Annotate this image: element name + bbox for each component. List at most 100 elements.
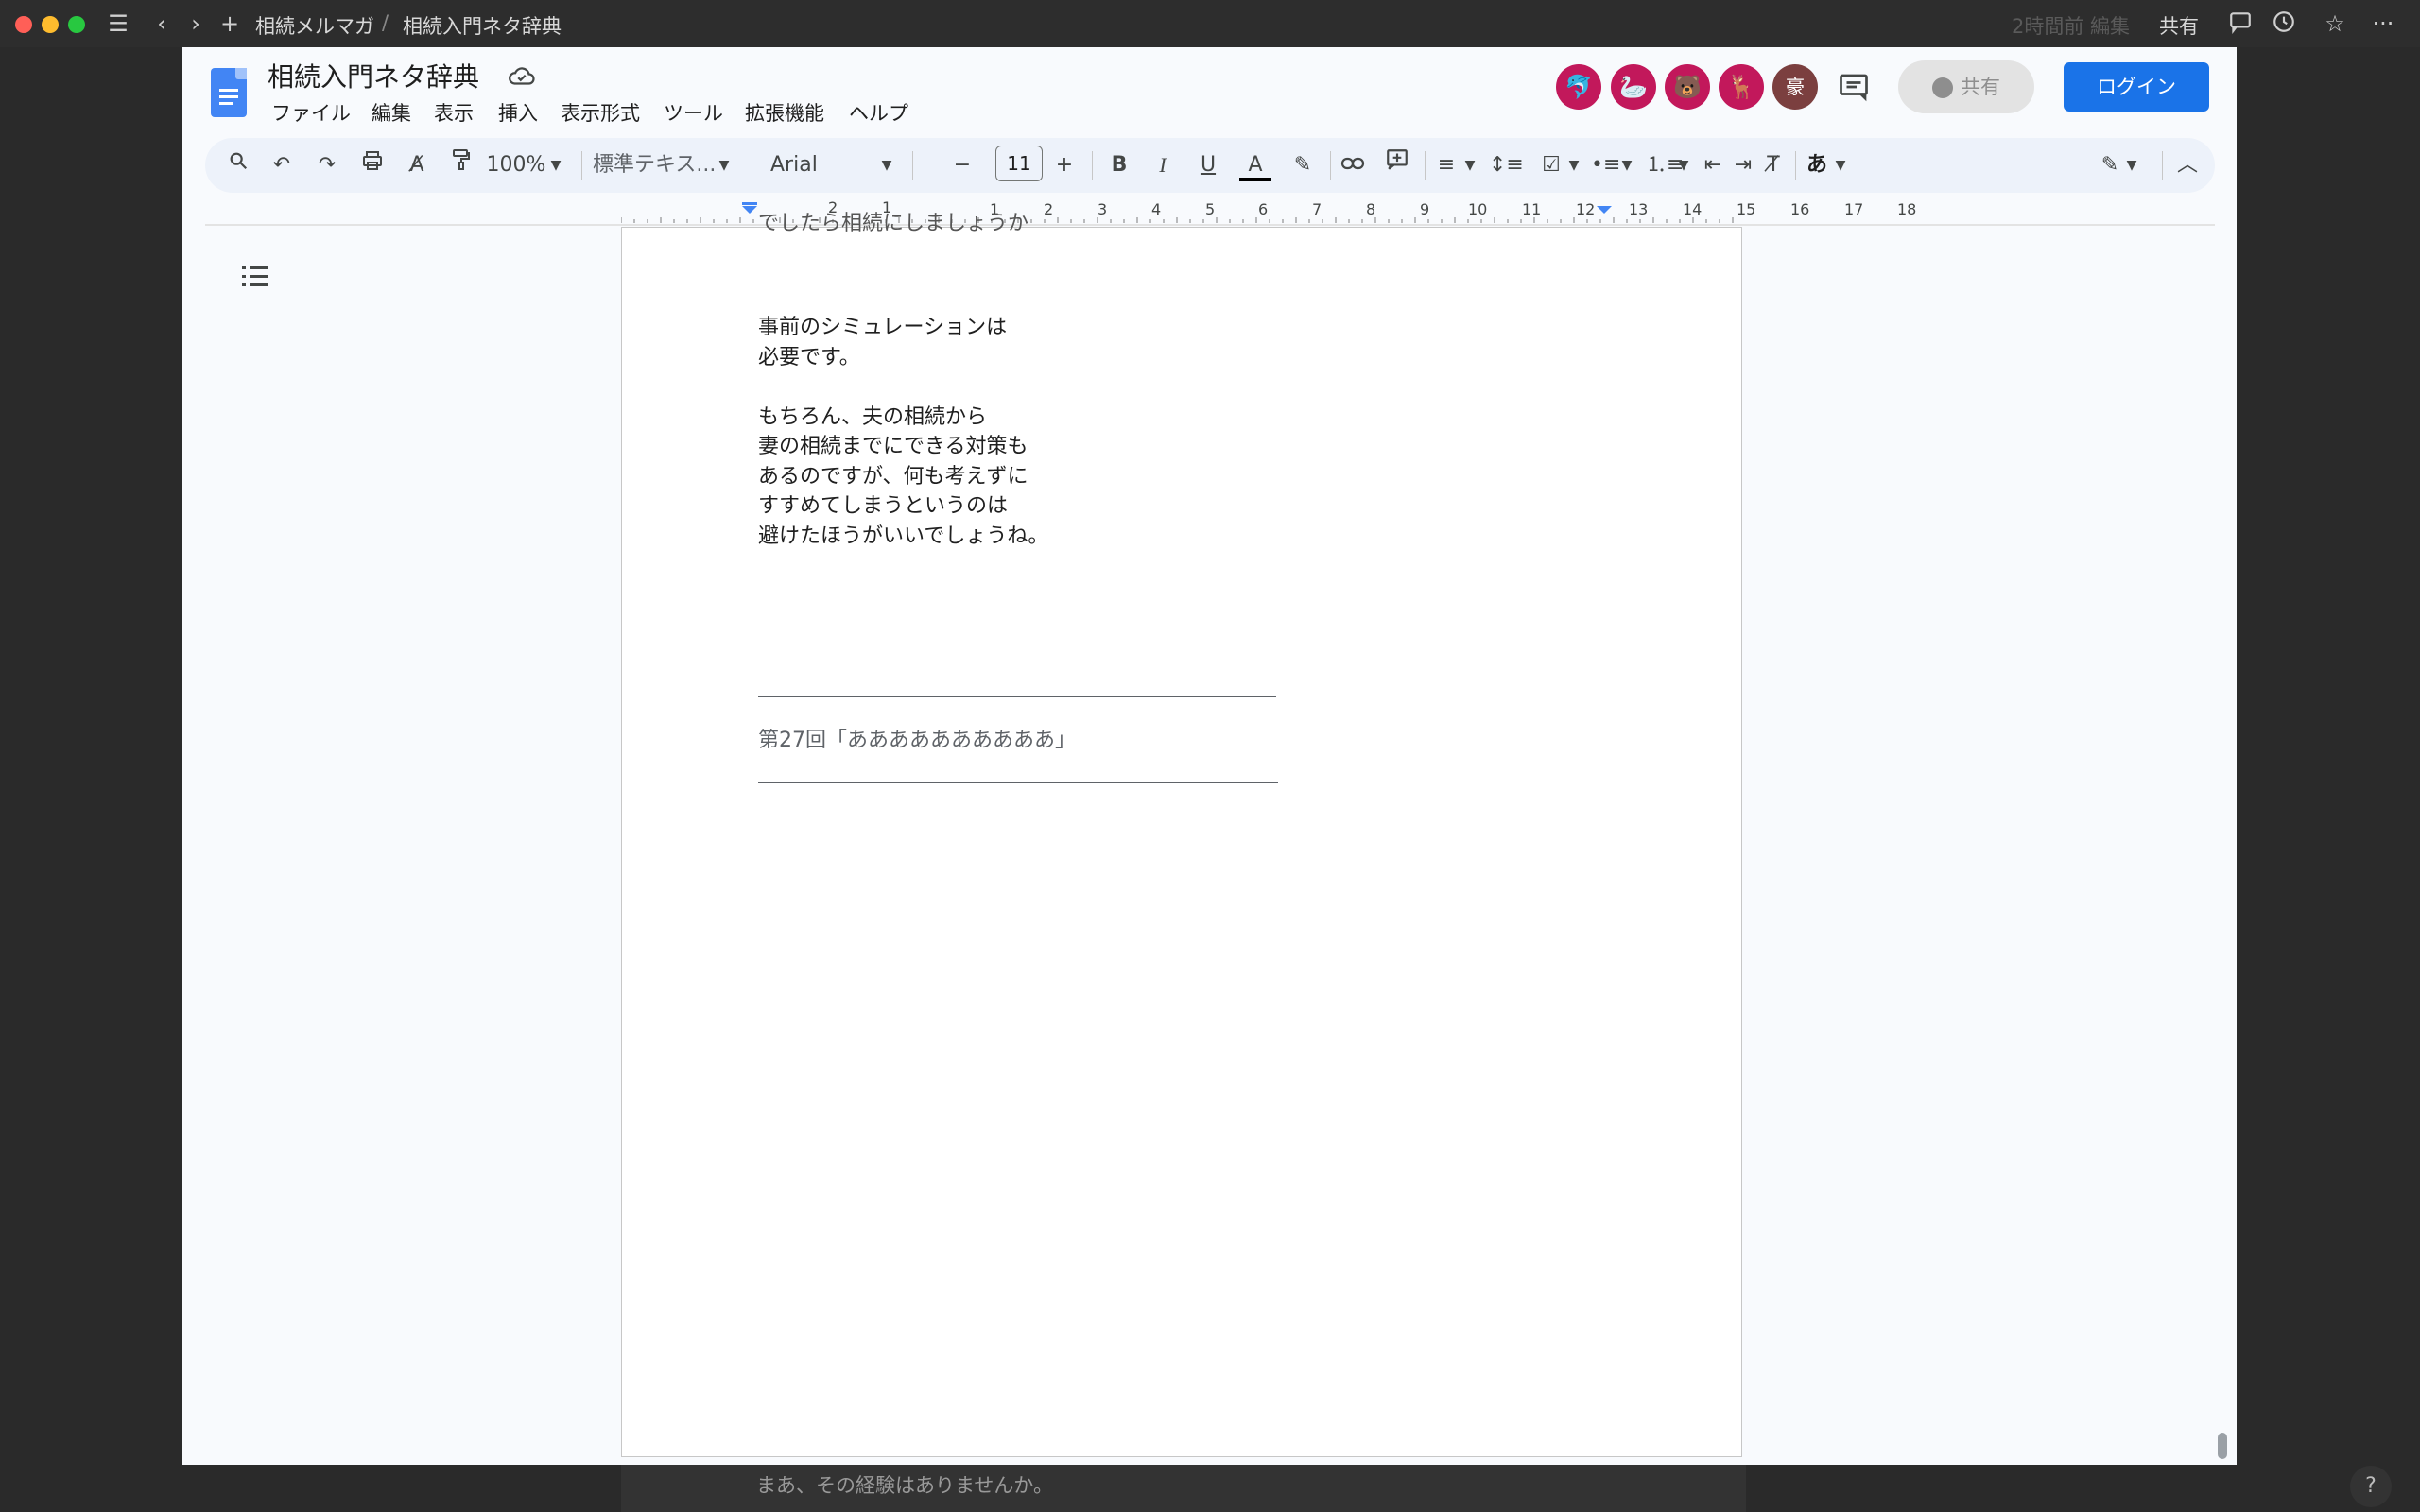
paragraph-line: 事前のシミュレーションは — [758, 316, 1008, 339]
toolbar-separator — [1330, 151, 1331, 180]
number-dropdown-icon[interactable]: ▼ — [1676, 147, 1691, 183]
partial-text-line: でしたら相続にしましょうか — [758, 212, 1029, 235]
menu-file[interactable]: ファイル — [271, 98, 351, 127]
bulleted-list-icon[interactable]: •≡ — [1591, 147, 1620, 183]
browser-titlebar: ☰ ‹ › + 相続メルマガ / 相続入門ネタ辞典 2時間前 編集 共有 ☆ ·… — [0, 0, 2420, 47]
login-button[interactable]: ログイン — [2064, 62, 2209, 112]
paragraph-style-select[interactable]: 標準テキス... — [593, 147, 716, 183]
ruler-number: 9 — [1420, 200, 1430, 218]
forward-icon[interactable]: › — [182, 9, 210, 38]
formatting-toolbar: ↶ ↷ A̸ 100% ▼ 標準テキス... ▼ Arial ▼ − 11 + … — [205, 138, 2215, 193]
spellcheck-icon[interactable]: A̸ — [402, 147, 432, 183]
ruler-number: 15 — [1737, 200, 1756, 218]
close-window-button[interactable] — [15, 16, 32, 33]
new-tab-icon[interactable]: + — [216, 9, 244, 38]
more-icon[interactable]: ··· — [2369, 9, 2397, 38]
undo-icon[interactable]: ↶ — [268, 147, 296, 183]
toolbar-separator — [581, 151, 582, 180]
editing-mode-icon[interactable]: ✎ — [2096, 147, 2124, 183]
section-heading: 第27回「ああああああああああ」 — [758, 729, 1076, 752]
ruler-number: 18 — [1897, 200, 1917, 218]
share-button[interactable]: 共有 — [1898, 60, 2034, 113]
maximize-window-button[interactable] — [68, 16, 85, 33]
dolphin-icon[interactable]: 🐬 — [1556, 64, 1601, 110]
highlight-color-icon[interactable]: ✎ — [1288, 147, 1317, 183]
history-icon[interactable] — [2270, 9, 2298, 38]
align-dropdown-icon[interactable]: ▼ — [1462, 147, 1478, 183]
font-size-input[interactable]: 11 — [995, 146, 1043, 181]
ruler-number: 11 — [1522, 200, 1542, 218]
document-page[interactable]: でしたら相続にしましょうか 事前のシミュレーションは 必要です。 もちろん、夫の… — [621, 212, 1742, 1457]
align-left-icon[interactable]: ≡ — [1432, 147, 1461, 183]
decrease-indent-icon[interactable]: ⇤ — [1699, 147, 1727, 183]
add-comment-icon[interactable] — [1381, 147, 1413, 183]
goose-icon[interactable]: 🦢 — [1611, 64, 1656, 110]
ruler-number: 6 — [1258, 200, 1269, 218]
breadcrumb-separator: / — [382, 11, 389, 34]
minimize-window-button[interactable] — [42, 16, 59, 33]
text-color-icon[interactable]: A — [1239, 147, 1271, 183]
input-tools-dropdown-icon[interactable]: ▼ — [1833, 147, 1848, 183]
paragraph-line: 妻の相続までにできる対策も — [758, 435, 1028, 458]
top-share-button[interactable]: 共有 — [2159, 11, 2199, 40]
numbered-list-icon[interactable]: ⒈≡ — [1646, 147, 1684, 183]
document-outline-icon[interactable] — [239, 263, 271, 291]
font-select[interactable]: Arial — [770, 147, 827, 183]
breadcrumb-folder[interactable]: 相続メルマガ — [255, 11, 374, 40]
bear-icon[interactable]: 🐻 — [1665, 64, 1710, 110]
menu-format[interactable]: 表示形式 — [561, 98, 640, 127]
paragraph-line: 避けたほうがいいでしょうね。 — [758, 524, 1049, 548]
search-menus-icon[interactable] — [224, 147, 252, 183]
print-icon[interactable] — [356, 147, 389, 183]
menu-view[interactable]: 表示 — [434, 98, 474, 127]
italic-icon[interactable]: I — [1149, 147, 1177, 183]
paint-format-icon[interactable] — [446, 147, 476, 183]
zoom-dropdown-icon[interactable]: ▼ — [547, 147, 564, 183]
ruler-divider — [205, 224, 2215, 226]
ruler-number: 12 — [1576, 200, 1596, 218]
cloud-saved-icon[interactable] — [508, 64, 536, 93]
clear-formatting-icon[interactable]: T̸ — [1759, 147, 1788, 183]
checklist-icon[interactable]: ☑ — [1536, 147, 1566, 183]
decrease-font-size-icon[interactable]: − — [948, 147, 977, 183]
user-avatar[interactable]: 豪 — [1772, 64, 1818, 110]
moose-icon[interactable]: 🦌 — [1719, 64, 1764, 110]
horizontal-rule — [758, 782, 1278, 783]
redo-icon[interactable]: ↷ — [313, 147, 341, 183]
underline-icon[interactable]: U — [1194, 147, 1222, 183]
help-icon[interactable]: ? — [2350, 1466, 2392, 1507]
sidebar-toggle-icon[interactable]: ☰ — [104, 9, 132, 38]
bullet-dropdown-icon[interactable]: ▼ — [1619, 147, 1634, 183]
document-title[interactable]: 相続入門ネタ辞典 — [268, 57, 479, 94]
toolbar-separator — [2162, 151, 2163, 180]
menu-extensions[interactable]: 拡張機能 — [745, 98, 824, 127]
scrollbar-thumb[interactable] — [2218, 1433, 2227, 1459]
input-tools-button[interactable]: あ — [1803, 147, 1831, 183]
line-spacing-icon[interactable]: ↕≡ — [1489, 147, 1524, 183]
paragraph-line: もちろん、夫の相続から — [758, 404, 988, 429]
background-page-text: まあ、その経験はありませんか。 — [756, 1474, 1053, 1497]
menu-insert[interactable]: 挿入 — [498, 98, 538, 127]
bold-icon[interactable]: B — [1105, 147, 1133, 183]
increase-indent-icon[interactable]: ⇥ — [1729, 147, 1757, 183]
docs-logo-icon[interactable] — [211, 68, 247, 117]
hide-menus-icon[interactable]: ︿ — [2173, 147, 2202, 183]
mode-dropdown-icon[interactable]: ▼ — [2124, 147, 2139, 183]
ruler-number: 14 — [1683, 200, 1703, 218]
checklist-dropdown-icon[interactable]: ▼ — [1566, 147, 1582, 183]
font-dropdown-icon[interactable]: ▼ — [878, 147, 895, 183]
menu-tools[interactable]: ツール — [664, 98, 723, 127]
style-dropdown-icon[interactable]: ▼ — [716, 147, 733, 183]
back-icon[interactable]: ‹ — [147, 9, 176, 38]
zoom-select[interactable]: 100% — [485, 147, 547, 183]
comment-icon[interactable] — [2226, 9, 2255, 38]
menu-help[interactable]: ヘルプ — [849, 98, 908, 127]
increase-font-size-icon[interactable]: + — [1050, 147, 1079, 183]
star-icon[interactable]: ☆ — [2321, 9, 2349, 38]
menu-edit[interactable]: 編集 — [372, 98, 411, 127]
breadcrumb-current[interactable]: 相続入門ネタ辞典 — [403, 11, 562, 40]
comments-icon[interactable] — [1837, 70, 1871, 108]
left-indent-marker — [742, 206, 757, 214]
insert-link-icon[interactable] — [1336, 147, 1370, 183]
background-strip: まあ、その経験はありませんか。 ? — [0, 1465, 2420, 1512]
